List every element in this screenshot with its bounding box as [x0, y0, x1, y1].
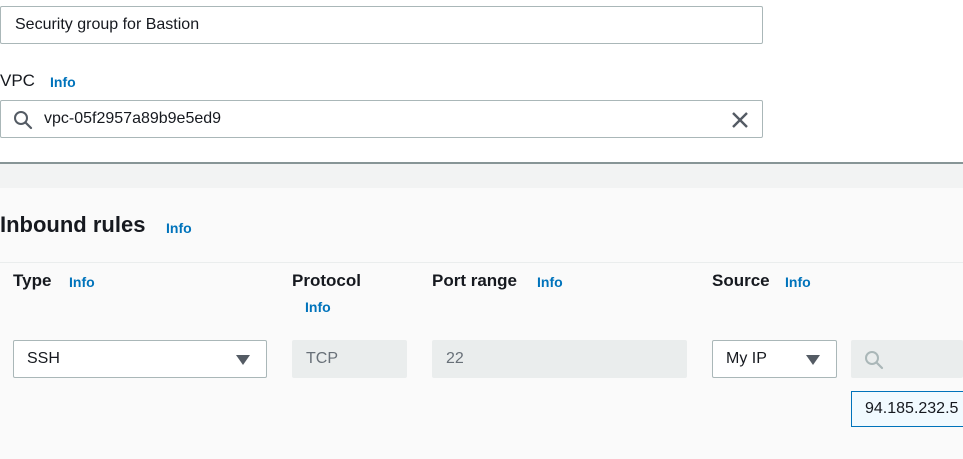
source-type-select[interactable]: My IP	[712, 340, 837, 378]
caret-down-icon	[806, 355, 820, 365]
caret-down-icon	[236, 355, 250, 365]
inbound-header: Inbound rules Info	[0, 188, 963, 263]
type-column-header: Type	[13, 271, 52, 290]
search-icon	[14, 111, 33, 130]
port-range-value: 22	[446, 350, 464, 367]
source-column-header: Source	[712, 271, 770, 290]
type-select[interactable]: SSH	[13, 340, 267, 378]
vpc-label: VPC	[0, 71, 35, 90]
type-select-value: SSH	[27, 350, 60, 367]
protocol-field: TCP	[292, 340, 407, 378]
description-input[interactable]: Security group for Bastion	[0, 6, 763, 44]
type-info-link[interactable]: Info	[69, 274, 95, 290]
search-icon	[865, 351, 884, 370]
vpc-search-field[interactable]: vpc-05f2957a89b9e5ed9	[0, 100, 763, 138]
inbound-info-link[interactable]: Info	[166, 220, 192, 236]
vpc-value: vpc-05f2957a89b9e5ed9	[44, 110, 222, 127]
vpc-info-link[interactable]: Info	[50, 74, 76, 90]
source-info-link[interactable]: Info	[785, 274, 811, 290]
protocol-info-link[interactable]: Info	[305, 299, 331, 315]
port-range-column-header: Port range	[432, 271, 518, 290]
description-value: Security group for Bastion	[15, 16, 200, 33]
clear-icon[interactable]	[731, 111, 749, 129]
protocol-column-header: Protocol	[292, 271, 361, 290]
inbound-title: Inbound rules	[0, 212, 146, 237]
section-gap	[0, 164, 963, 188]
source-ip-token[interactable]: 94.185.232.5	[851, 391, 963, 427]
port-range-info-link[interactable]: Info	[537, 274, 563, 290]
inbound-rules-panel: Inbound rules Info Type Info Protocol In…	[0, 188, 963, 459]
source-type-value: My IP	[726, 350, 767, 367]
source-search-field	[851, 340, 963, 378]
source-ip-value: 94.185.232.5	[865, 400, 959, 417]
port-range-field: 22	[432, 340, 687, 378]
protocol-value: TCP	[306, 350, 338, 367]
